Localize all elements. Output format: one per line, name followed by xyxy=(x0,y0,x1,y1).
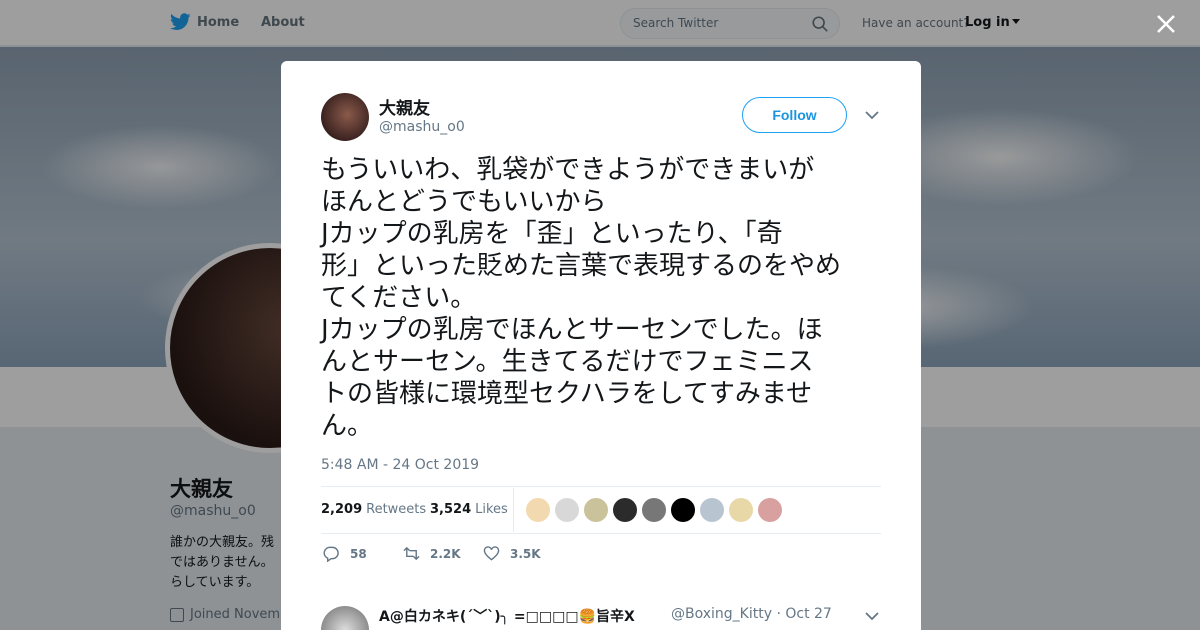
heart-icon xyxy=(483,546,500,561)
liker-avatar[interactable] xyxy=(642,498,666,522)
likes-count: 3,524 xyxy=(430,502,472,517)
liker-avatar[interactable] xyxy=(526,498,550,522)
tweet-stats: 2,209 Retweets 3,524 Likes xyxy=(321,486,881,534)
tweet-text: もういいわ、乳袋ができようができまいが ほんとどうでもいいから Jカップの乳房を… xyxy=(321,155,842,441)
author-name[interactable]: 大親友 xyxy=(379,94,430,119)
reply-avatar[interactable] xyxy=(321,606,369,630)
retweets-label: Retweets xyxy=(366,502,427,517)
liker-avatar[interactable] xyxy=(555,498,579,522)
liker-avatar[interactable] xyxy=(729,498,753,522)
like-action[interactable]: 3.5K xyxy=(483,545,541,562)
tweet-timestamp[interactable]: 5:48 AM - 24 Oct 2019 xyxy=(321,457,479,473)
author-avatar[interactable] xyxy=(321,93,369,141)
stats-divider xyxy=(513,488,514,532)
likes-label: Likes xyxy=(475,502,508,517)
retweet-count: 2.2K xyxy=(430,546,461,561)
close-icon[interactable] xyxy=(1155,13,1177,35)
liker-avatar[interactable] xyxy=(758,498,782,522)
chevron-down-icon[interactable] xyxy=(865,610,879,622)
reply-count: 58 xyxy=(350,546,367,561)
retweet-icon xyxy=(403,546,420,561)
retweet-action[interactable]: 2.2K xyxy=(403,545,461,562)
reply-author-handle[interactable]: @Boxing_Kitty · Oct 27 xyxy=(671,606,832,622)
liker-avatar[interactable] xyxy=(671,498,695,522)
likes-stat[interactable]: 3,524 Likes xyxy=(430,502,508,517)
tweet-modal: 大親友 @mashu_o0 Follow もういいわ、乳袋ができようができまいが… xyxy=(281,61,921,630)
retweets-stat[interactable]: 2,209 Retweets xyxy=(321,502,426,517)
overlay-top xyxy=(0,0,1200,46)
retweets-count: 2,209 xyxy=(321,502,363,517)
liker-avatar[interactable] xyxy=(700,498,724,522)
reply-action[interactable]: 58 xyxy=(323,545,367,562)
tweet-actions: 58 2.2K 3.5K xyxy=(321,545,881,565)
reply-author-name[interactable]: A@白カネキ(´﹀`)╮ =□□□□🍔旨辛X xyxy=(379,606,635,626)
liker-avatars xyxy=(526,498,782,522)
reply-icon xyxy=(323,546,339,562)
chevron-down-icon[interactable] xyxy=(865,109,879,121)
liker-avatar[interactable] xyxy=(613,498,637,522)
like-count: 3.5K xyxy=(510,546,541,561)
liker-avatar[interactable] xyxy=(584,498,608,522)
follow-button[interactable]: Follow xyxy=(742,97,847,133)
reply-tweet[interactable]: A@白カネキ(´﹀`)╮ =□□□□🍔旨辛X @Boxing_Kitty · O… xyxy=(321,606,881,630)
author-handle[interactable]: @mashu_o0 xyxy=(379,119,465,135)
